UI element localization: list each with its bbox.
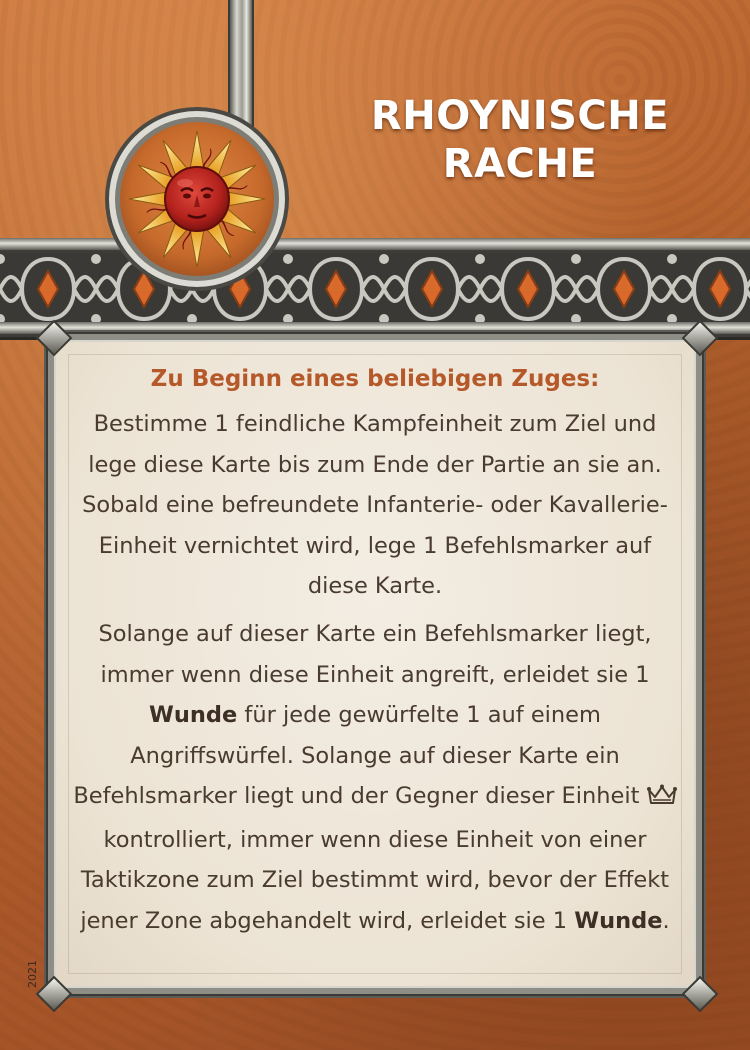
faction-medallion: [102, 104, 292, 294]
card-title-line2: RACHE: [442, 141, 598, 187]
rules-text: .: [662, 907, 670, 934]
rules-paragraph-2: Solange auf dieser Karte ein Befehlsmark…: [70, 614, 680, 941]
timing-heading: Zu Beginn eines beliebigen Zuges:: [150, 366, 600, 392]
keyword-wound: Wunde: [574, 907, 663, 934]
card-title-line1: RHOYNISCHE: [370, 93, 670, 139]
sun-icon: [105, 107, 289, 291]
rules-paragraph-1: Bestimme 1 feindliche Kampfeinheit zum Z…: [82, 411, 668, 599]
tactics-card: RHOYNISCHE RACHE Zu Beginn eines beliebi…: [0, 0, 750, 1050]
crown-icon: [646, 779, 677, 820]
rules-text: Solange auf dieser Karte ein Befehlsmark…: [98, 621, 652, 688]
card-title: RHOYNISCHE RACHE: [330, 92, 710, 188]
keyword-wound: Wunde: [149, 702, 238, 728]
metal-rail-bottom: [0, 322, 750, 334]
copyright-year: 2021: [26, 960, 39, 988]
